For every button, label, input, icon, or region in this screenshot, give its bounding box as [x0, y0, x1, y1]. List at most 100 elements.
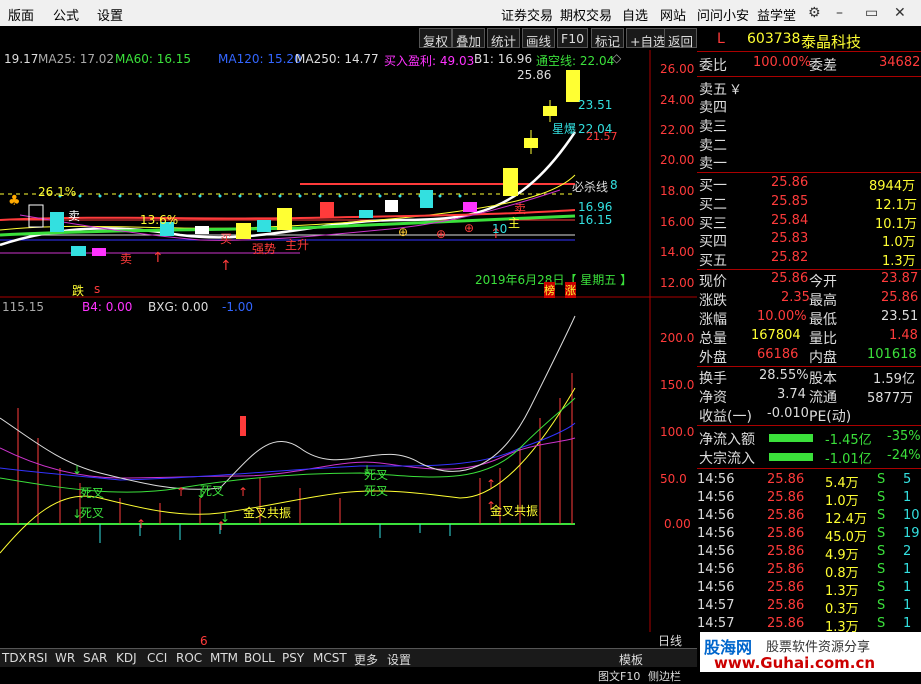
tab-psy[interactable]: PSY	[282, 651, 304, 665]
label-1615: 16.15	[578, 213, 613, 227]
stats-button[interactable]: 统计	[487, 28, 521, 49]
sell3-label: 卖三	[699, 119, 727, 135]
tick-row: 14:56 25.86 1.3万 S 1	[697, 580, 921, 599]
buy2-vol: 12.1万	[875, 198, 917, 213]
label-sicha-5: 死叉	[364, 484, 389, 498]
tick-s: S	[877, 598, 886, 613]
tab-sar[interactable]: SAR	[83, 651, 107, 665]
kline-chart[interactable]: ↑ ↑ ↑ ♣ ⊕ ⊕ ⊕ 19.17 MA25: 17.02 MA60: 16…	[0, 50, 697, 298]
watermark-url: www.Guhai.com.cn	[714, 654, 876, 672]
buy2-price: 25.85	[771, 194, 809, 209]
menu-ask[interactable]: 问问小安	[697, 5, 749, 24]
tick-v: 12.4万	[825, 512, 867, 527]
settings-icon[interactable]: ⚙	[808, 5, 821, 21]
y-tick-22: 22.00	[660, 123, 695, 137]
tab-cci[interactable]: CCI	[147, 651, 167, 665]
overlay-button[interactable]: 叠加	[452, 28, 486, 49]
flow-block-bar	[769, 453, 813, 461]
f10-button[interactable]: F10	[557, 28, 589, 48]
buy5-vol: 1.3万	[882, 254, 916, 269]
tab-wr[interactable]: WR	[55, 651, 75, 665]
menu-layout[interactable]: 版面	[8, 5, 34, 24]
buy5-label: 买五	[699, 253, 727, 269]
tab-rsi[interactable]: RSI	[28, 651, 48, 665]
y-tick-20: 20.00	[660, 153, 695, 167]
back-button[interactable]: 返回	[664, 28, 697, 49]
quote-label-pct: 涨幅	[699, 312, 727, 328]
menu-option-trade[interactable]: 期权交易	[560, 5, 612, 24]
indicator-svg: ↓↓↓↓↓ ↑ ↑↑↑↑↑	[0, 298, 651, 632]
mark-button[interactable]: 标记	[591, 28, 625, 49]
buy4-vol: 1.0万	[882, 235, 916, 250]
sub-value: 115.15	[2, 300, 44, 314]
tick-v: 1.3万	[825, 584, 859, 599]
tick-n: 10	[903, 508, 920, 523]
tick-t: 14:56	[697, 472, 735, 487]
tab-roc[interactable]: ROC	[176, 651, 202, 665]
y-tick-14: 14.00	[660, 245, 695, 259]
buy4-price: 25.83	[771, 231, 809, 246]
maximize-icon[interactable]: ▭	[865, 5, 878, 21]
tick-s: S	[877, 526, 886, 541]
b1-value: B1: 16.96	[474, 52, 533, 66]
tab-mcst[interactable]: MCST	[313, 651, 347, 665]
weicha-label: 委差	[809, 58, 837, 74]
flow-net-bar	[769, 434, 813, 442]
y-sub-150: 150.0	[660, 378, 695, 392]
buy1-label: 买一	[699, 178, 727, 194]
tab-tdx[interactable]: TDX	[2, 651, 27, 665]
period-daily[interactable]: 日线	[658, 632, 682, 649]
svg-text:↑: ↑	[136, 517, 146, 531]
svg-text:↑: ↑	[216, 519, 226, 533]
label-sell-1: 卖	[68, 209, 81, 223]
menu-watchlist[interactable]: 自选	[622, 5, 648, 24]
close-icon[interactable]: ✕	[894, 5, 906, 21]
menu-formula[interactable]: 公式	[53, 5, 79, 24]
quote-pct: 10.00%	[757, 309, 807, 324]
menu-stock-trade[interactable]: 证券交易	[501, 5, 553, 24]
y-tick-24: 24.00	[660, 93, 695, 107]
fuquan-button[interactable]: 复权	[419, 28, 453, 49]
indicator-chart[interactable]: ↓ ↓ ↓ ↓ ↓ ↑ ↑ ↑ ↑ ↑ ↑ 115.15 B4: 0.00 BXG: 0.00 -…	[0, 298, 697, 648]
draw-line-button[interactable]: 画线	[522, 28, 556, 49]
f10-link[interactable]: 图文F10	[598, 668, 640, 684]
template-button[interactable]: 模板	[619, 651, 643, 668]
tick-t: 14:56	[697, 526, 735, 541]
tab-settings[interactable]: 设置	[387, 651, 411, 668]
minimize-icon[interactable]: –	[836, 5, 843, 21]
weibi-label: 委比	[699, 58, 727, 74]
label-zhusheng: 主升	[285, 238, 310, 252]
sell2-label: 卖二	[699, 138, 727, 154]
menu-settings[interactable]: 设置	[97, 5, 123, 24]
quote-label-volratio: 量比	[809, 331, 837, 347]
neg-value: -1.00	[222, 300, 254, 314]
tick-n: 1	[903, 616, 912, 631]
watermark: 股海网 股票软件资源分享 www.Guhai.com.cn	[700, 632, 921, 672]
label-sicha-1: 死叉	[80, 486, 105, 500]
menu-website[interactable]: 网站	[660, 5, 686, 24]
tick-p: 25.86	[767, 544, 805, 559]
label-1696: 16.96	[578, 200, 613, 214]
quote-high: 25.86	[881, 290, 919, 305]
buy4-label: 买四	[699, 234, 727, 250]
menu-school[interactable]: 益学堂	[757, 5, 796, 24]
tab-more[interactable]: 更多	[354, 651, 378, 668]
tick-t: 14:56	[697, 544, 735, 559]
flow-net-label: 净流入额	[699, 432, 755, 448]
quote-panel: L 603738 泰晶科技 委比 100.00% 委差 34682 卖五 ￥ 卖四…	[697, 26, 921, 672]
tick-s: S	[877, 490, 886, 505]
svg-text:↑: ↑	[152, 250, 164, 266]
tab-mtm[interactable]: MTM	[210, 651, 238, 665]
sidebar-link[interactable]: 侧边栏	[648, 668, 681, 684]
tab-kdj[interactable]: KDJ	[116, 651, 137, 665]
stock-name: 泰晶科技	[801, 33, 862, 51]
y-tick-18: 18.00	[660, 184, 695, 198]
quote-label-high: 最高	[809, 293, 837, 309]
tab-boll[interactable]: BOLL	[244, 651, 275, 665]
tick-n: 1	[903, 598, 912, 613]
tick-n: 1	[903, 490, 912, 505]
settings-diamond-icon[interactable]: ◇	[612, 51, 621, 65]
tick-t: 14:57	[697, 616, 735, 631]
label-jincha-1: 金叉共振	[243, 506, 292, 520]
add-watch-button[interactable]: +自选	[626, 28, 670, 49]
